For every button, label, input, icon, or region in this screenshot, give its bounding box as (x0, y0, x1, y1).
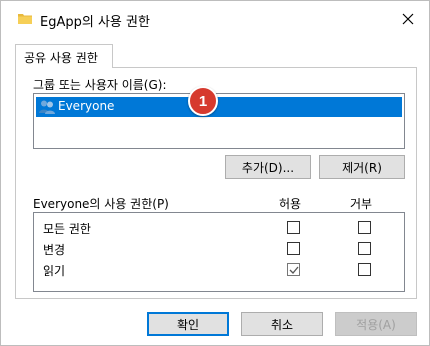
permission-row-change: 변경 (34, 239, 404, 259)
user-name: Everyone (58, 99, 115, 113)
allow-checkbox-full-control[interactable] (287, 221, 300, 234)
step-badge: 1 (188, 86, 218, 116)
allow-checkbox-read[interactable] (287, 263, 300, 276)
tab-panel: 그룹 또는 사용자 이름(G): Everyone 1 추가(D)... 제거(… (15, 67, 417, 299)
folder-icon (18, 13, 32, 24)
permission-row-full-control: 모든 권한 (34, 218, 404, 238)
ok-button[interactable]: 확인 (147, 312, 229, 336)
users-list-label: 그룹 또는 사용자 이름(G): (33, 78, 167, 92)
permissions-dialog: EgApp의 사용 권한 공유 사용 권한 그룹 또는 사용자 이름(G): E… (0, 0, 430, 346)
close-button[interactable] (393, 5, 423, 33)
column-deny-header: 거부 (350, 197, 373, 211)
tab-share-permissions[interactable]: 공유 사용 권한 (15, 44, 113, 68)
column-allow-header: 허용 (279, 197, 302, 211)
title-bar[interactable]: EgApp의 사용 권한 (1, 1, 429, 37)
remove-button[interactable]: 제거(R) (319, 155, 405, 179)
add-button[interactable]: 추가(D)... (225, 155, 311, 179)
permissions-list: 모든 권한 변경 읽기 (33, 212, 405, 292)
checkmark-icon (289, 266, 299, 274)
window-title: EgApp의 사용 권한 (40, 15, 150, 30)
permission-name: 읽기 (43, 264, 66, 278)
deny-checkbox-full-control[interactable] (358, 221, 371, 234)
list-item-everyone[interactable]: Everyone 1 (36, 86, 402, 117)
permission-row-read: 읽기 (34, 260, 404, 280)
permission-name: 모든 권한 (43, 222, 91, 236)
permission-name: 변경 (43, 243, 66, 257)
deny-checkbox-change[interactable] (358, 242, 371, 255)
close-icon (402, 13, 414, 25)
permissions-label: Everyone의 사용 권한(P) (33, 197, 169, 211)
deny-checkbox-read[interactable] (358, 263, 371, 276)
users-list[interactable]: Everyone 1 (33, 86, 405, 149)
apply-button[interactable]: 적용(A) (335, 312, 417, 336)
users-group-icon (38, 99, 56, 115)
tab-label: 공유 사용 권한 (24, 51, 98, 65)
cancel-button[interactable]: 취소 (241, 312, 323, 336)
allow-checkbox-change[interactable] (287, 242, 300, 255)
